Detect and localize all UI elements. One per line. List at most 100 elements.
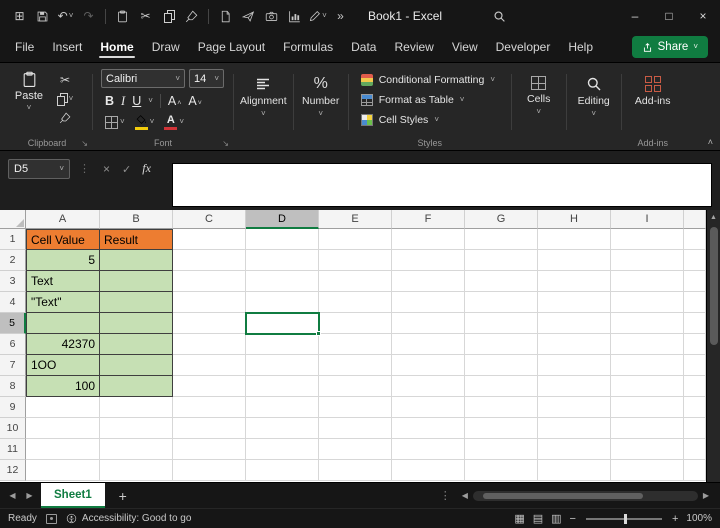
menu-tab-home[interactable]: Home xyxy=(91,32,142,62)
cell-G8[interactable] xyxy=(465,376,538,397)
tab-bar-handle[interactable]: ⋮ xyxy=(434,489,457,502)
page-break-view-icon[interactable]: ▥ xyxy=(551,512,561,525)
select-all-button[interactable] xyxy=(0,210,26,229)
chart-icon[interactable] xyxy=(283,4,306,28)
cell-D12[interactable] xyxy=(246,460,319,481)
row-header-5[interactable]: 5 xyxy=(0,313,26,334)
zoom-level[interactable]: 100% xyxy=(686,513,712,524)
row-header-12[interactable]: 12 xyxy=(0,460,26,481)
cell-B10[interactable] xyxy=(100,418,173,439)
menu-tab-formulas[interactable]: Formulas xyxy=(274,32,342,62)
cell-F1[interactable] xyxy=(392,229,465,250)
cell-G1[interactable] xyxy=(465,229,538,250)
cell-D8[interactable] xyxy=(246,376,319,397)
decrease-font-size-button[interactable]: A ˅ xyxy=(188,95,201,108)
borders-button[interactable]: ˅ xyxy=(105,115,125,129)
more-commands-icon[interactable]: » xyxy=(329,4,352,28)
cell-G5[interactable] xyxy=(465,313,538,334)
cell-styles-button[interactable]: Cell Styles ˅ xyxy=(355,110,505,130)
cell-I12[interactable] xyxy=(611,460,684,481)
cell-filler[interactable] xyxy=(684,355,706,376)
cell-H6[interactable] xyxy=(538,334,611,355)
copy-button[interactable]: ˅ xyxy=(56,93,73,106)
close-button[interactable]: × xyxy=(686,0,720,32)
name-box[interactable]: D5 ˅ xyxy=(8,159,70,179)
clipboard-dialog-launcher[interactable]: ↘ xyxy=(81,139,88,148)
cell-I10[interactable] xyxy=(611,418,684,439)
menu-tab-developer[interactable]: Developer xyxy=(487,32,560,62)
cell-filler[interactable] xyxy=(684,250,706,271)
cell-C11[interactable] xyxy=(173,439,246,460)
cell-filler[interactable] xyxy=(684,460,706,481)
cell-E10[interactable] xyxy=(319,418,392,439)
page-layout-view-icon[interactable]: ▤ xyxy=(533,512,543,525)
menu-tab-data[interactable]: Data xyxy=(342,32,385,62)
paste-button[interactable]: Paste ˅ xyxy=(8,68,50,124)
share-button[interactable]: Share ˅ xyxy=(631,36,708,58)
cell-H4[interactable] xyxy=(538,292,611,313)
underline-dropdown-icon[interactable]: ˅ xyxy=(148,97,153,105)
fill-handle[interactable] xyxy=(316,331,321,336)
row-header-8[interactable]: 8 xyxy=(0,376,26,397)
column-header-B[interactable]: B xyxy=(100,210,173,229)
addins-button[interactable]: Add-ins xyxy=(628,68,678,107)
cell-B8[interactable] xyxy=(100,376,173,397)
menu-tab-draw[interactable]: Draw xyxy=(143,32,189,62)
cell-D4[interactable] xyxy=(246,292,319,313)
cell-C6[interactable] xyxy=(173,334,246,355)
cell-D1[interactable] xyxy=(246,229,319,250)
cell-F9[interactable] xyxy=(392,397,465,418)
cell-A9[interactable] xyxy=(26,397,100,418)
cell-E6[interactable] xyxy=(319,334,392,355)
cell-E12[interactable] xyxy=(319,460,392,481)
menu-tab-insert[interactable]: Insert xyxy=(43,32,91,62)
horizontal-scroll-thumb[interactable] xyxy=(482,492,643,499)
cell-H3[interactable] xyxy=(538,271,611,292)
cut-icon[interactable]: ✂ xyxy=(134,4,157,28)
cell-B7[interactable] xyxy=(100,355,173,376)
formula-input[interactable] xyxy=(172,163,712,207)
column-header-G[interactable]: G xyxy=(465,210,538,229)
editing-button[interactable]: Editing ˅ xyxy=(569,66,619,150)
menu-tab-page-layout[interactable]: Page Layout xyxy=(189,32,274,62)
column-header-A[interactable]: A xyxy=(26,210,100,229)
accessibility-status[interactable]: Accessibility: Good to go xyxy=(66,513,191,524)
format-painter-icon[interactable] xyxy=(180,4,203,28)
column-header-D[interactable]: D xyxy=(246,210,319,229)
column-header-I[interactable]: I xyxy=(611,210,684,229)
cell-G10[interactable] xyxy=(465,418,538,439)
row-header-6[interactable]: 6 xyxy=(0,334,26,355)
cell-A2[interactable]: 5 xyxy=(26,250,100,271)
cell-I5[interactable] xyxy=(611,313,684,334)
collapse-ribbon-button[interactable]: ˄ xyxy=(708,137,713,147)
cell-A6[interactable]: 42370 xyxy=(26,334,100,355)
row-header-1[interactable]: 1 xyxy=(0,229,26,250)
format-painter-button[interactable] xyxy=(59,112,71,124)
draw-icon[interactable]: ˅ xyxy=(306,4,329,28)
increase-font-size-button[interactable]: A ˄ xyxy=(168,95,181,108)
format-as-table-button[interactable]: Format as Table ˅ xyxy=(355,90,505,110)
cells-button[interactable]: Cells ˅ xyxy=(514,66,564,150)
cell-I8[interactable] xyxy=(611,376,684,397)
insert-function-icon[interactable]: fx xyxy=(142,161,151,176)
cancel-icon[interactable]: × xyxy=(103,162,110,176)
row-header-10[interactable]: 10 xyxy=(0,418,26,439)
grid-icon[interactable]: ⊞ xyxy=(8,4,31,28)
cell-B12[interactable] xyxy=(100,460,173,481)
cell-I6[interactable] xyxy=(611,334,684,355)
zoom-slider[interactable] xyxy=(585,513,662,524)
cell-G12[interactable] xyxy=(465,460,538,481)
cell-F7[interactable] xyxy=(392,355,465,376)
save-icon[interactable] xyxy=(31,4,54,28)
cell-filler[interactable] xyxy=(684,397,706,418)
sheet-nav-right-icon[interactable]: ▶ xyxy=(21,491,38,500)
cell-filler[interactable] xyxy=(684,418,706,439)
cell-A3[interactable]: Text xyxy=(26,271,100,292)
zoom-in-button[interactable]: + xyxy=(672,513,678,525)
column-header-F[interactable]: F xyxy=(392,210,465,229)
normal-view-icon[interactable]: ▦ xyxy=(514,512,524,525)
cell-H1[interactable] xyxy=(538,229,611,250)
vertical-scrollbar[interactable]: ▲ xyxy=(706,210,720,482)
cell-F4[interactable] xyxy=(392,292,465,313)
cell-filler[interactable] xyxy=(684,313,706,334)
